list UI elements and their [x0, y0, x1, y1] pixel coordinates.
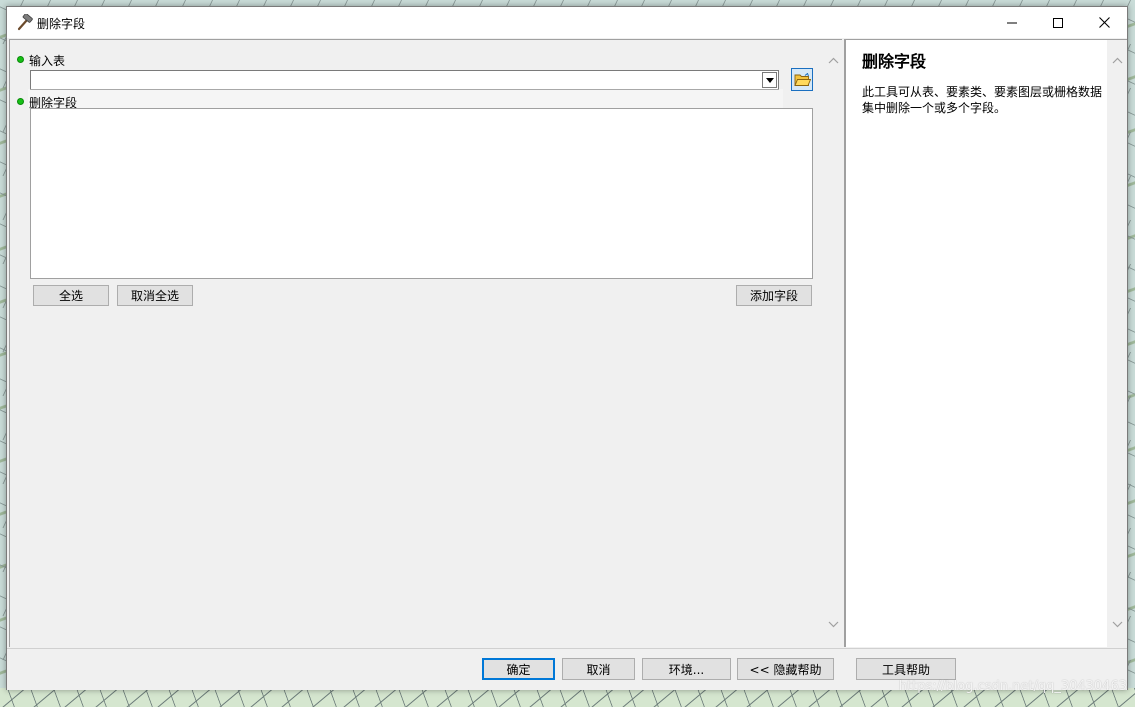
- hammer-icon: [15, 13, 33, 31]
- parameters-scrollbar[interactable]: [823, 40, 843, 648]
- minimize-button[interactable]: [989, 7, 1035, 38]
- window-title: 删除字段: [37, 17, 86, 31]
- title-bar[interactable]: 删除字段: [7, 7, 1127, 38]
- watermark-text: https://blog.csdn.net/qq_30430463: [898, 679, 1127, 694]
- chevron-up-icon: [828, 57, 838, 63]
- unselect-all-button[interactable]: 取消全选: [117, 285, 193, 306]
- minimize-icon: [1007, 22, 1017, 23]
- add-field-button[interactable]: 添加字段: [736, 285, 812, 306]
- cancel-button[interactable]: 取消: [562, 658, 635, 680]
- environments-button[interactable]: 环境...: [642, 658, 731, 680]
- browse-button[interactable]: [791, 68, 813, 91]
- maximize-button[interactable]: [1035, 7, 1081, 38]
- dropdown-arrow-button[interactable]: [762, 72, 777, 88]
- open-folder-icon: [793, 72, 811, 86]
- close-icon: [1098, 17, 1110, 28]
- select-all-button[interactable]: 全选: [33, 285, 109, 306]
- help-scrollbar[interactable]: [1107, 40, 1127, 648]
- required-indicator-icon: [17, 56, 24, 63]
- chevron-down-icon: [1112, 621, 1122, 627]
- input-table-combobox[interactable]: [30, 70, 779, 90]
- required-indicator-icon: [17, 98, 24, 105]
- input-table-label: 输入表: [29, 54, 66, 68]
- help-description: 此工具可从表、要素类、要素图层或栅格数据集中删除一个或多个字段。: [862, 85, 1103, 115]
- drop-field-row-highlight: [28, 89, 783, 108]
- maximize-icon: [1053, 17, 1063, 28]
- tool-help-button[interactable]: 工具帮助: [856, 658, 956, 680]
- parameters-pane: 输入表 删除字段 全选 取消全选 添加字段: [9, 39, 843, 648]
- drop-field-checklist[interactable]: [30, 108, 813, 279]
- help-pane: 删除字段 此工具可从表、要素类、要素图层或栅格数据集中删除一个或多个字段。: [844, 39, 1127, 648]
- chevron-up-icon: [1112, 57, 1122, 63]
- ok-button[interactable]: 确定: [482, 658, 555, 680]
- scroll-up-button[interactable]: [827, 54, 839, 66]
- close-button[interactable]: [1081, 7, 1127, 38]
- scroll-down-button[interactable]: [827, 618, 839, 630]
- delete-field-dialog: 删除字段 输入表 删除字段 全选 取消全选 添加字段 删除字段 此工具可从表、要…: [6, 6, 1128, 690]
- scroll-up-button[interactable]: [1111, 54, 1123, 66]
- chevron-down-icon: [828, 621, 838, 627]
- help-title: 删除字段: [862, 52, 927, 71]
- hide-help-button[interactable]: << 隐藏帮助: [737, 658, 834, 680]
- chevron-down-icon: [765, 77, 774, 83]
- scroll-down-button[interactable]: [1111, 618, 1123, 630]
